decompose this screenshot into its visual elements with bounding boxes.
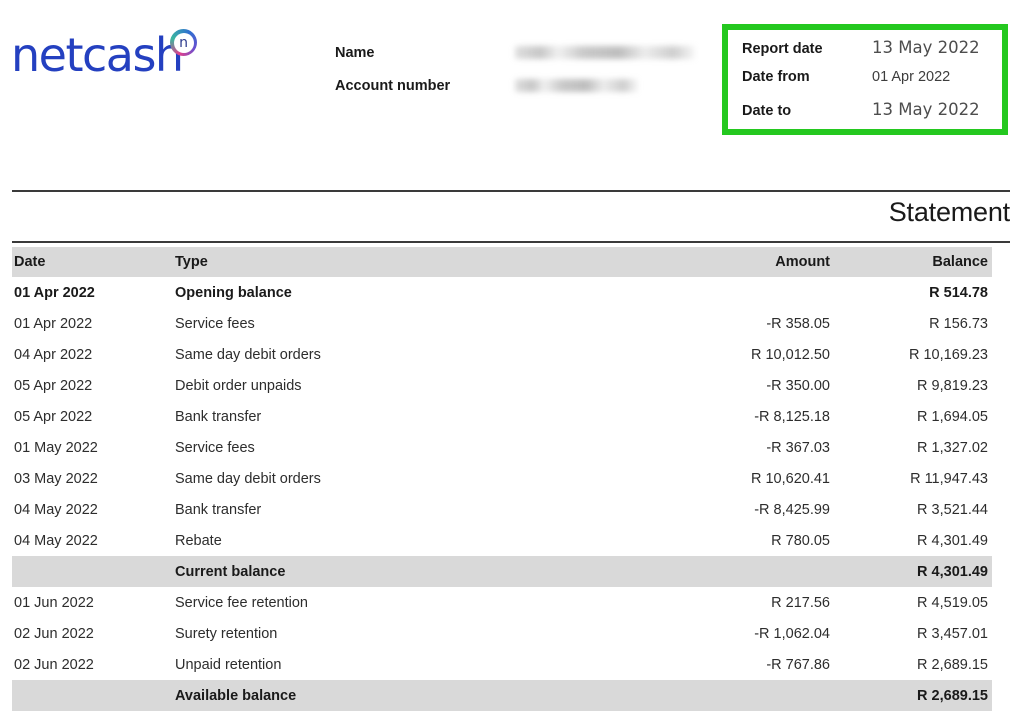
netcash-logo: netcash n <box>11 25 211 85</box>
cell-amount: R 10,012.50 <box>750 346 830 363</box>
cell-amount: -R 350.00 <box>766 377 830 394</box>
cell-type: Surety retention <box>175 625 278 642</box>
cell-date: 04 Apr 2022 <box>14 346 93 363</box>
report-date-label: Date to <box>742 103 792 119</box>
cell-type: Same day debit orders <box>175 346 321 363</box>
cell-type: Debit order unpaids <box>175 377 302 394</box>
report-date-label: Date from <box>742 69 810 85</box>
cell-date: 01 Apr 2022 <box>14 315 93 332</box>
cell-type: Opening balance <box>175 284 292 301</box>
cell-type: Bank transfer <box>175 408 262 425</box>
cell-balance: R 1,694.05 <box>917 408 988 425</box>
cell-amount: -R 767.86 <box>766 656 830 673</box>
cell-type: Available balance <box>175 687 297 704</box>
cell-type: Unpaid retention <box>175 656 282 673</box>
cell-date: 02 Jun 2022 <box>14 625 94 642</box>
table-row: 04 May 2022 Bank transfer -R 8,425.99 R 3,5… <box>12 494 992 525</box>
cell-type: Bank transfer <box>175 501 262 518</box>
cell-type: Rebate <box>175 532 222 549</box>
cell-balance: R 2,689.15 <box>917 656 988 673</box>
column-header-amount: Amount <box>775 254 830 270</box>
report-date-value: 01 Apr 2022 <box>872 69 951 85</box>
table-row: 01 Apr 2022 Service fees -R 358.05 R 156.73 <box>12 308 992 339</box>
table-row: 03 May 2022 Same day debit orders R 10,620… <box>12 463 992 494</box>
account-details-block: Name Account number <box>335 36 695 102</box>
cell-balance: R 4,301.49 <box>917 563 988 580</box>
statement-table: Date Type Amount Balance 01 Apr 2022 Open… <box>12 247 992 711</box>
cell-amount: -R 8,425.99 <box>754 501 830 518</box>
cell-type: Same day debit orders <box>175 470 321 487</box>
table-row: 05 Apr 2022 Bank transfer -R 8,125.18 R 1,6… <box>12 401 992 432</box>
cell-amount: -R 8,125.18 <box>754 408 830 425</box>
report-date-box: Report date 13 May 2022 Date from 01 Apr 20… <box>722 24 1008 135</box>
cell-amount: -R 358.05 <box>766 315 830 332</box>
account-detail-label: Account number <box>335 77 451 94</box>
table-header-row: Date Type Amount Balance <box>12 247 992 277</box>
title-rule-top <box>12 190 1010 192</box>
table-total-row: Current balance R 4,301.49 <box>12 556 992 587</box>
account-detail-value-redacted <box>515 79 638 92</box>
document-header: netcash n Name Account number Report date… <box>0 0 1024 175</box>
cell-type: Service fee retention <box>175 594 308 611</box>
table-body: 01 Apr 2022 Opening balance R 514.78 01 Apr… <box>12 277 992 711</box>
report-date-row: Date to 13 May 2022 <box>742 100 1002 131</box>
cell-amount: R 780.05 <box>771 532 830 549</box>
cell-type: Current balance <box>175 563 286 580</box>
report-date-value: 13 May 2022 <box>872 100 980 119</box>
cell-balance: R 4,301.49 <box>917 532 988 549</box>
report-date-value: 13 May 2022 <box>872 38 980 57</box>
cell-date: 03 May 2022 <box>14 470 98 487</box>
page-title: Statement <box>888 197 1010 227</box>
cell-type: Service fees <box>175 439 255 456</box>
table-row: 01 Jun 2022 Service fee retention R 217.56… <box>12 587 992 618</box>
account-detail-value-redacted <box>515 46 695 59</box>
cell-balance: R 10,169.23 <box>908 346 988 363</box>
account-detail-row: Account number <box>335 69 695 102</box>
title-rule-bottom <box>12 241 1010 243</box>
cell-balance: R 9,819.23 <box>917 377 988 394</box>
table-row: 04 Apr 2022 Same day debit orders R 10,012… <box>12 339 992 370</box>
cell-balance: R 514.78 <box>929 284 988 301</box>
column-header-type: Type <box>175 254 208 270</box>
cell-balance: R 3,521.44 <box>917 501 988 518</box>
report-date-label: Report date <box>742 41 823 57</box>
cell-amount: R 217.56 <box>771 594 830 611</box>
cell-balance: R 1,327.02 <box>917 439 988 456</box>
account-detail-row: Name <box>335 36 695 69</box>
cell-date: 01 May 2022 <box>14 439 98 456</box>
cell-balance: R 2,689.15 <box>917 687 988 704</box>
column-header-date: Date <box>14 254 46 270</box>
cell-amount: R 10,620.41 <box>750 470 830 487</box>
cell-balance: R 11,947.43 <box>910 470 988 487</box>
table-total-row: Available balance R 2,689.15 <box>12 680 992 711</box>
logo-wordmark: netcash <box>11 28 184 82</box>
cell-date: 05 Apr 2022 <box>14 377 93 394</box>
cell-amount: -R 367.03 <box>766 439 830 456</box>
table-row: 04 May 2022 Rebate R 780.05 R 4,301.49 <box>12 525 992 556</box>
table-row: 01 Apr 2022 Opening balance R 514.78 <box>12 277 992 308</box>
table-row: 02 Jun 2022 Surety retention -R 1,062.04 R … <box>12 618 992 649</box>
netcash-logo-mark-icon: n <box>170 29 197 56</box>
cell-balance: R 3,457.01 <box>917 625 988 642</box>
table-row: 02 Jun 2022 Unpaid retention -R 767.86 R 2,… <box>12 649 992 680</box>
report-date-row: Date from 01 Apr 2022 <box>742 69 1002 100</box>
cell-date: 05 Apr 2022 <box>14 408 93 425</box>
cell-type: Service fees <box>175 315 255 332</box>
cell-date: 04 May 2022 <box>14 501 98 518</box>
account-detail-label: Name <box>335 44 375 61</box>
cell-balance: R 4,519.05 <box>917 594 988 611</box>
table-row: 01 May 2022 Service fees -R 367.03 R 1,327.… <box>12 432 992 463</box>
report-date-row: Report date 13 May 2022 <box>742 38 1002 69</box>
cell-date: 01 Jun 2022 <box>14 594 94 611</box>
cell-date: 01 Apr 2022 <box>14 284 95 301</box>
cell-amount: -R 1,062.04 <box>754 625 830 642</box>
column-header-balance: Balance <box>932 254 988 270</box>
logo-mark-letter: n <box>173 32 194 53</box>
cell-balance: R 156.73 <box>929 315 988 332</box>
cell-date: 04 May 2022 <box>14 532 98 549</box>
table-row: 05 Apr 2022 Debit order unpaids -R 350.00 R… <box>12 370 992 401</box>
cell-date: 02 Jun 2022 <box>14 656 94 673</box>
